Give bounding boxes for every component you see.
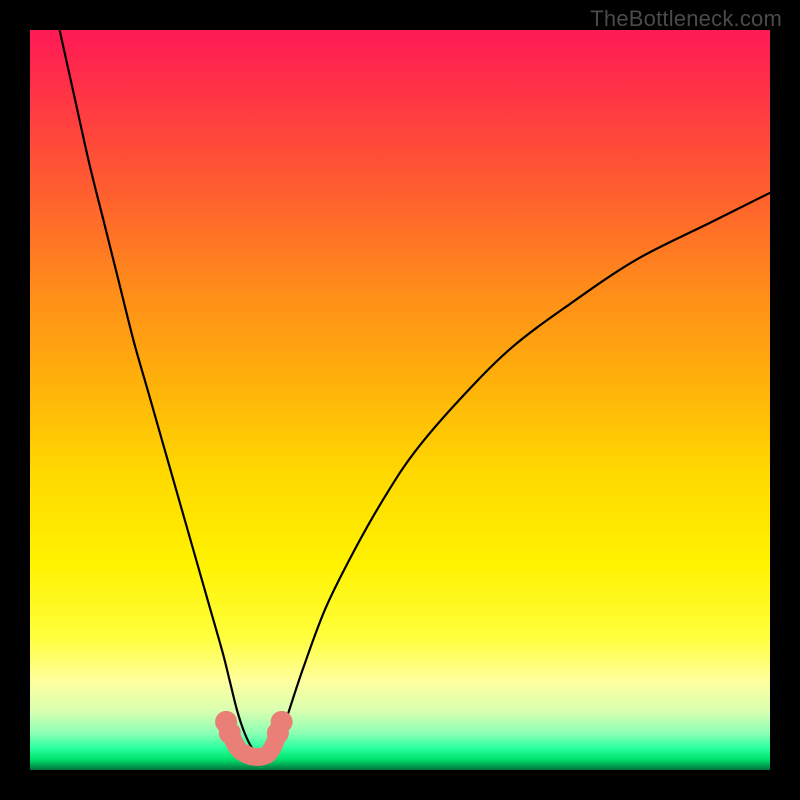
highlight-dot [271, 711, 293, 733]
chart-frame: TheBottleneck.com [0, 0, 800, 800]
chart-svg [30, 30, 770, 770]
highlight-dot [219, 722, 241, 744]
bottleneck-curve [60, 30, 770, 756]
highlight-markers [215, 711, 293, 757]
plot-area [30, 30, 770, 770]
watermark-text: TheBottleneck.com [590, 6, 782, 32]
